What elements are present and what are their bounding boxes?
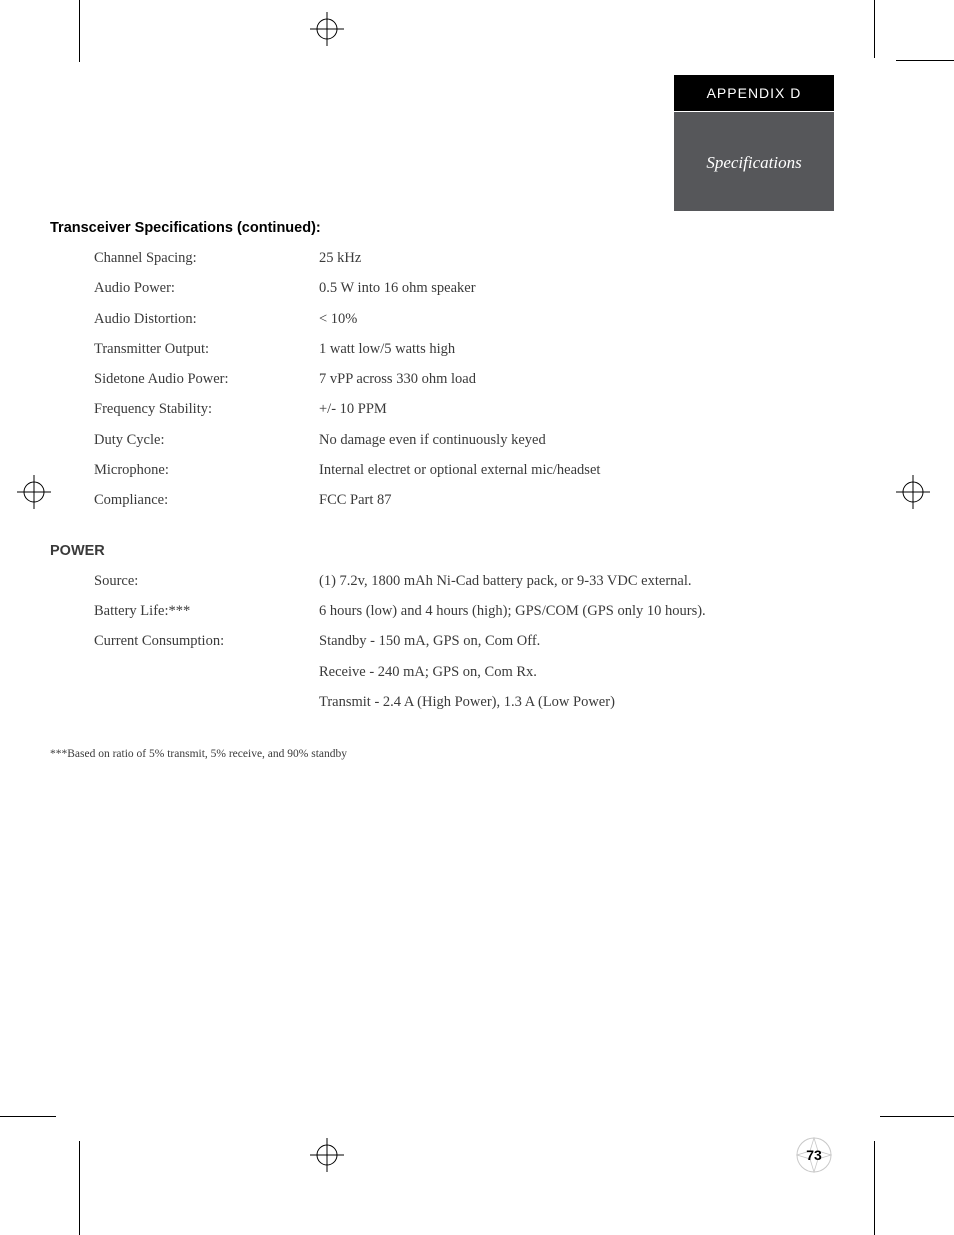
spec-row: Source:(1) 7.2v, 1800 mAh Ni-Cad battery…: [94, 571, 750, 591]
spec-value: No damage even if continuously keyed: [319, 430, 750, 450]
spec-label: Transmitter Output:: [94, 339, 319, 359]
spec-value: Standby - 150 mA, GPS on, Com Off.: [319, 631, 750, 651]
register-mark-icon: [17, 475, 51, 509]
spec-row: Compliance:FCC Part 87: [94, 490, 750, 510]
crop-mark: [0, 1116, 56, 1117]
spec-row: Duty Cycle:No damage even if continuousl…: [94, 430, 750, 450]
spec-value: 7 vPP across 330 ohm load: [319, 369, 750, 389]
spec-value: FCC Part 87: [319, 490, 750, 510]
spec-label: Current Consumption:: [94, 631, 319, 651]
spec-table: Channel Spacing:25 kHzAudio Power:0.5 W …: [94, 248, 750, 511]
spec-label: Frequency Stability:: [94, 399, 319, 419]
spec-value: 6 hours (low) and 4 hours (high); GPS/CO…: [319, 601, 750, 621]
crop-mark: [874, 0, 875, 58]
spec-row: Audio Distortion:< 10%: [94, 309, 750, 329]
spec-row: Receive - 240 mA; GPS on, Com Rx.: [94, 662, 750, 682]
crop-mark: [880, 1116, 954, 1117]
spec-label: Channel Spacing:: [94, 248, 319, 268]
spec-value: (1) 7.2v, 1800 mAh Ni-Cad battery pack, …: [319, 571, 750, 591]
spec-row: Microphone:Internal electret or optional…: [94, 460, 750, 480]
spec-label: [94, 662, 319, 682]
spec-row: Battery Life:***6 hours (low) and 4 hour…: [94, 601, 750, 621]
spec-label: Sidetone Audio Power:: [94, 369, 319, 389]
crop-mark: [874, 1141, 875, 1235]
header-band: APPENDIX D Specifications: [674, 75, 834, 211]
spec-row: Audio Power:0.5 W into 16 ohm speaker: [94, 278, 750, 298]
spec-value: 1 watt low/5 watts high: [319, 339, 750, 359]
spec-value: Internal electret or optional external m…: [319, 460, 750, 480]
spec-value: +/- 10 PPM: [319, 399, 750, 419]
spec-value: 0.5 W into 16 ohm speaker: [319, 278, 750, 298]
spec-label: Compliance:: [94, 490, 319, 510]
spec-value: Receive - 240 mA; GPS on, Com Rx.: [319, 662, 750, 682]
spec-row: Transmit - 2.4 A (High Power), 1.3 A (Lo…: [94, 692, 750, 712]
content-area: Transceiver Specifications (continued): …: [50, 220, 750, 760]
spec-label: Duty Cycle:: [94, 430, 319, 450]
spec-value: 25 kHz: [319, 248, 750, 268]
section-heading: POWER: [50, 543, 750, 559]
page-number: 73: [796, 1147, 832, 1163]
spec-value: < 10%: [319, 309, 750, 329]
crop-mark: [79, 0, 80, 62]
spec-label: Source:: [94, 571, 319, 591]
spec-row: Channel Spacing:25 kHz: [94, 248, 750, 268]
spec-row: Frequency Stability: +/- 10 PPM: [94, 399, 750, 419]
page-title: Specifications: [674, 111, 834, 211]
spec-label: [94, 692, 319, 712]
crop-mark: [79, 1141, 80, 1235]
spec-label: Audio Distortion:: [94, 309, 319, 329]
section-heading: Transceiver Specifications (continued):: [50, 220, 750, 236]
spec-label: Microphone:: [94, 460, 319, 480]
spec-row: Current Consumption:Standby - 150 mA, GP…: [94, 631, 750, 651]
spec-value: Transmit - 2.4 A (High Power), 1.3 A (Lo…: [319, 692, 750, 712]
register-mark-icon: [896, 475, 930, 509]
power-section: POWER Source:(1) 7.2v, 1800 mAh Ni-Cad b…: [94, 543, 750, 712]
spec-label: Audio Power:: [94, 278, 319, 298]
crop-mark: [896, 60, 954, 61]
footnote: ***Based on ratio of 5% transmit, 5% rec…: [50, 748, 750, 760]
spec-row: Transmitter Output:1 watt low/5 watts hi…: [94, 339, 750, 359]
register-mark-icon: [310, 1138, 344, 1172]
spec-label: Battery Life:***: [94, 601, 319, 621]
appendix-label: APPENDIX D: [674, 75, 834, 111]
page-number-badge: 73: [796, 1137, 832, 1173]
spec-row: Sidetone Audio Power:7 vPP across 330 oh…: [94, 369, 750, 389]
register-mark-icon: [310, 12, 344, 46]
